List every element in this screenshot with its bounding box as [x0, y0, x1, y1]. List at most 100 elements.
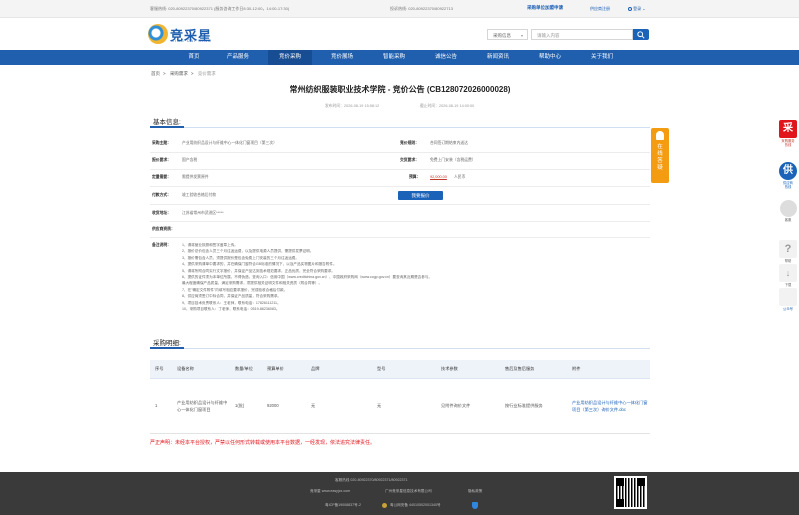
breadcrumb-home[interactable]: 首页: [151, 71, 160, 76]
help-label: 帮助: [784, 259, 792, 263]
supplier-hotline-label: 供应商 热线: [783, 181, 793, 189]
payment-label: 付款方式：: [152, 193, 171, 197]
copyright-warning: 严正声明：未经本平台授权，严禁以任何形式转载或使用本平台数据，一经发现，依法追究…: [150, 440, 376, 446]
online-qa-button[interactable]: 在线答疑: [651, 128, 669, 183]
divider: [150, 204, 650, 205]
login-link[interactable]: 登录 ⌄: [628, 6, 646, 12]
nav-item-home[interactable]: 首页: [172, 50, 216, 65]
nav-item-about[interactable]: 关于我们: [580, 50, 624, 65]
breadcrumb-demand[interactable]: 采购需求: [170, 71, 188, 76]
quantity-value: 需提供发票原件: [182, 175, 209, 179]
col-header: 品牌: [306, 360, 372, 379]
divider: [150, 169, 650, 170]
procurement-section-header: 采购明细:: [150, 335, 650, 349]
address-value: 江苏省常州市武进区*****: [182, 211, 224, 215]
nav-item-products[interactable]: 产品服务: [216, 50, 260, 65]
privacy-link[interactable]: 隐私政策: [468, 489, 482, 494]
col-header: 数量/单位: [230, 360, 262, 379]
search-category-select[interactable]: 采购信息 ▾: [487, 29, 528, 40]
shield-icon: [472, 502, 478, 509]
police-record[interactable]: 粤公网安备 44010502001340号: [390, 503, 441, 508]
download-item[interactable]: ↓ 下载: [777, 264, 799, 287]
purchase-hotline-label: 采购服务 热线: [781, 139, 795, 147]
bid-rule-value: 合同签订期结束内送达: [430, 141, 468, 145]
download-icon: ↓: [779, 264, 797, 282]
divider: [150, 237, 650, 238]
table-row: 1 产业用纺织品设计与纤维中心一体化门窗项目 1(批) 92000 无 无 见附…: [150, 378, 650, 434]
project-value: 产业用纺织品设计与纤维中心一体化门窗项目（第三次）: [182, 141, 277, 145]
basic-info-section-header: 基本信息:: [150, 114, 650, 128]
site-logo[interactable]: 竞采星 JING CAI XING: [148, 24, 211, 46]
col-header: 设备名称: [172, 360, 230, 379]
help-item[interactable]: ? 帮助: [777, 240, 799, 263]
project-label: 采购主题：: [152, 141, 171, 145]
purchase-icon: 采: [779, 120, 797, 138]
nav-item-credit[interactable]: 诚信公告: [424, 50, 468, 65]
cell-spec: 见附件询价文件: [436, 378, 500, 434]
chat-icon: [656, 131, 664, 140]
chevron-down-icon: ⌄: [642, 6, 646, 11]
search-input[interactable]: 请输入内容: [531, 29, 633, 40]
col-header: 型号: [372, 360, 436, 379]
notes-list: 1、请将营业执照和签字盖章上传。 2、报价总价包含人员三个月往返运费，以及提供电…: [182, 243, 562, 313]
nav-item-news[interactable]: 新闻资讯: [476, 50, 520, 65]
cell-no: 1: [150, 378, 172, 434]
bid-rule-label: 竞价规则：: [400, 141, 419, 145]
divider: [150, 152, 650, 153]
divider: [150, 186, 650, 187]
logo-mark-icon: [148, 24, 168, 44]
download-label: 下载: [784, 283, 792, 287]
qr-icon: [779, 288, 797, 306]
bid-button[interactable]: 我要报价: [398, 191, 443, 200]
payment-value: 竣工验收合格后付款: [182, 193, 217, 197]
divider: [150, 221, 650, 222]
icp-number[interactable]: 粤ICP备19008837号-2: [325, 503, 361, 508]
address-label: 收货地址：: [152, 211, 171, 215]
quantity-label: 定量需要：: [152, 175, 171, 179]
wechat-item[interactable]: 公众号: [777, 288, 799, 311]
search-category-value: 采购信息: [493, 33, 511, 38]
supplier-qual-label: 供应商资质：: [152, 227, 175, 231]
logo-subtext: JING CAI XING: [172, 39, 212, 43]
breadcrumb: 首页 > 采购需求 > 竞价需求: [151, 71, 216, 76]
procurement-table: 序号 设备名称 数量/单位 预算单价 品牌 型号 技术参数 售后及售后服务 附件…: [150, 360, 650, 434]
delivery-label: 交货要求：: [400, 158, 419, 162]
attachment-link[interactable]: 产业用纺织品设计与纤维中心一体化门窗项目（第三次）询价文件.doc: [567, 378, 650, 434]
publish-time: 发布时间：2026-08-19 15:58:12: [325, 104, 380, 108]
top-bar: 客服热线: 020-80922370/80922371 (服务咨询工作日8:30…: [0, 0, 799, 18]
nav-item-smart-purchase[interactable]: 智能采购: [372, 50, 416, 65]
nav-item-showroom[interactable]: 竞价展场: [320, 50, 364, 65]
budget-value: 92,000.00: [430, 175, 447, 179]
report-hotline: 投诉热线: 020-80922370/80922713: [390, 6, 453, 11]
deadline-time: 截止时间：2026-08-19 14:00:00: [420, 104, 475, 108]
nav-item-bidding[interactable]: 竞价采购: [268, 50, 312, 65]
quote-req-label: 报价要求：: [152, 158, 171, 162]
page-title: 常州纺织服装职业技术学院 - 竞价公告 (CB128072026000028): [289, 85, 511, 94]
col-header: 附件: [567, 360, 650, 379]
section-title: 采购明细:: [150, 335, 184, 349]
site-header: 竞采星 JING CAI XING 采购信息 ▾ 请输入内容: [0, 18, 799, 50]
budget-label: 预算：: [409, 175, 421, 179]
col-header: 技术参数: [436, 360, 500, 379]
question-icon: ?: [779, 240, 797, 258]
supplier-hotline-item[interactable]: 供 供应商 热线: [777, 162, 799, 189]
footer-site[interactable]: 竞采星 www.easyjcx.com: [310, 489, 350, 494]
cell-model: 无: [372, 378, 436, 434]
supplier-icon: 供: [779, 162, 797, 180]
customer-service-item[interactable]: 客服: [777, 200, 799, 222]
supplier-register-link[interactable]: 供应商注册: [590, 6, 610, 12]
cell-price: 92000: [262, 378, 306, 434]
cell-name: 产业用纺织品设计与纤维中心一体化门窗项目: [172, 378, 230, 434]
nav-item-help[interactable]: 帮助中心: [528, 50, 572, 65]
cell-qty: 1(批): [230, 378, 262, 434]
notes-label: 备注说明：: [152, 243, 171, 247]
search-button[interactable]: [633, 29, 649, 40]
supplier-apply-link[interactable]: 采购单位加盟申请: [527, 5, 563, 11]
purchase-hotline-item[interactable]: 采 采购服务 热线: [777, 120, 799, 147]
search-icon: [637, 31, 645, 39]
site-footer: 客服热线 020-80922370/80922371/80922371 竞采星 …: [0, 472, 799, 515]
note-line: 10、采购项目联系人：丁老师，联系电话：0519-86236083。: [182, 306, 280, 311]
col-header: 序号: [150, 360, 172, 379]
col-header: 售后及售后服务: [500, 360, 567, 379]
customer-service-icon: [779, 200, 797, 217]
